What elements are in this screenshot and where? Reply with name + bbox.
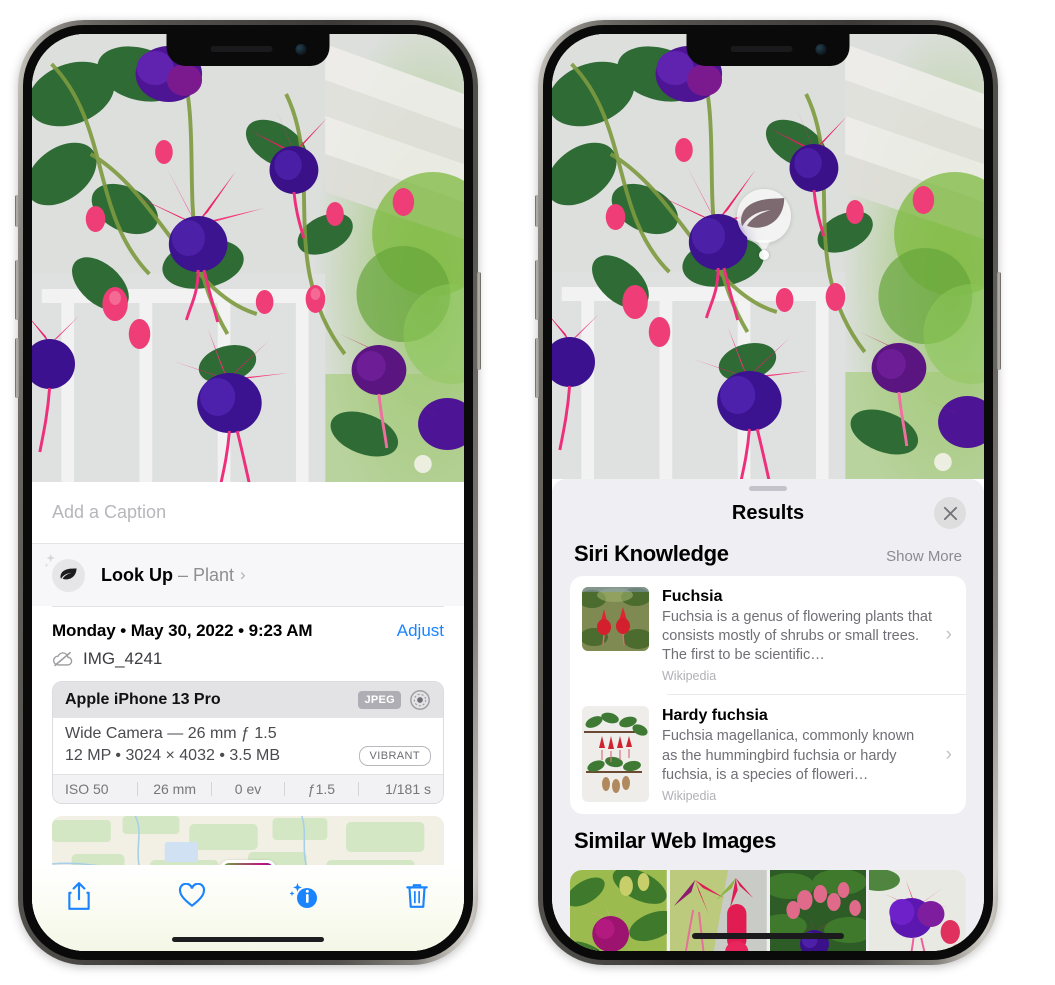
photo-date: Monday • May 30, 2022 • 9:23 AM [52, 621, 313, 640]
trash-icon[interactable] [400, 879, 434, 913]
exif-header: Apple iPhone 13 Pro JPEG [53, 682, 443, 718]
exif-body: Wide Camera — 26 mm ƒ 1.5 12 MP • 3024 ×… [53, 718, 443, 774]
look-up-row[interactable]: Look Up – Plant › [32, 544, 464, 606]
web-image-artwork [869, 869, 966, 951]
results-header: Results [552, 491, 984, 535]
knowledge-item-description: Fuchsia magellanica, commonly known as t… [662, 728, 915, 783]
knowledge-item-description: Fuchsia is a genus of flowering plants t… [662, 609, 933, 664]
camera-device: Apple iPhone 13 Pro [65, 691, 221, 708]
knowledge-item-text: Hardy fuchsia Fuchsia magellanica, commo… [662, 706, 954, 802]
section-title: Similar Web Images [574, 827, 777, 853]
fuchsia-web-image-4[interactable] [869, 869, 966, 951]
leaf-icon [60, 568, 76, 580]
web-image-artwork [570, 869, 667, 951]
photographic-style-badge: VIBRANT [358, 746, 431, 766]
earpiece-speaker [730, 46, 793, 52]
results-title: Results [731, 501, 805, 524]
results-sheet: Results Siri Knowledge Show More Fuchsia… [552, 479, 984, 951]
volume-down-button[interactable] [15, 338, 19, 398]
exif-card: Apple iPhone 13 Pro JPEG Wide Camera — 2… [52, 681, 444, 804]
siri-knowledge-header: Siri Knowledge Show More [552, 535, 984, 576]
caption-field-row[interactable]: Add a Caption [32, 482, 464, 544]
knowledge-item-title: Hardy fuchsia [662, 707, 768, 725]
iphone-left-photos-detail: Add a Caption Look Up – Plant › Monday •… [15, 20, 481, 965]
photo-fuchsia-left[interactable] [32, 34, 464, 482]
fuchsia-red-flowers-thumb [582, 587, 649, 651]
close-button[interactable] [934, 497, 966, 529]
format-badge: JPEG [358, 691, 401, 709]
exif-settings-row: ISO 50 26 mm 0 ev ƒ1.5 1/181 s [53, 774, 443, 803]
exif-exposure: 0 ev [234, 781, 262, 797]
power-button[interactable] [477, 272, 481, 370]
volume-down-button[interactable] [535, 338, 539, 398]
power-button[interactable] [997, 272, 1001, 370]
mute-switch[interactable] [15, 195, 19, 227]
knowledge-item-source: Wikipedia [662, 669, 717, 684]
knowledge-item-title: Fuchsia [662, 588, 723, 605]
front-camera [815, 44, 827, 55]
close-icon [943, 506, 957, 520]
exif-shutter: 1/181 s [385, 781, 432, 797]
thumb-artwork [582, 587, 649, 651]
leaf-badge-circle [52, 558, 85, 592]
home-indicator-left[interactable] [172, 937, 324, 942]
knowledge-item[interactable]: Hardy fuchsia Fuchsia magellanica, commo… [570, 695, 966, 813]
file-name: IMG_4241 [83, 649, 163, 668]
visual-lookup-badge[interactable] [737, 189, 791, 243]
phone-bezel-right: Results Siri Knowledge Show More Fuchsia… [543, 25, 993, 960]
adjust-button[interactable]: Adjust [397, 621, 444, 641]
size-info: 12 MP • 3024 × 4032 • 3.5 MB [65, 747, 281, 764]
notch-right [686, 34, 850, 66]
phone-bezel-left: Add a Caption Look Up – Plant › Monday •… [23, 25, 473, 960]
knowledge-item-text: Fuchsia Fuchsia is a genus of flowering … [662, 587, 954, 683]
earpiece-speaker [210, 46, 273, 52]
front-camera [295, 44, 307, 55]
size-info-row: 12 MP • 3024 × 4032 • 3.5 MB VIBRANT [65, 746, 431, 766]
heart-icon[interactable] [175, 879, 209, 913]
caption-input[interactable]: Add a Caption [52, 502, 166, 523]
photo-fuchsia-right[interactable] [552, 34, 984, 479]
section-title: Siri Knowledge [574, 541, 729, 566]
similar-web-images-header: Similar Web Images [552, 814, 984, 863]
screenshot-stage: Add a Caption Look Up – Plant › Monday •… [0, 0, 1055, 985]
chevron-right-icon: › [945, 624, 952, 646]
knowledge-item-source: Wikipedia [662, 788, 717, 803]
look-up-dash: – [173, 564, 194, 585]
info-sparkle-icon[interactable] [287, 879, 321, 913]
exif-aperture: ƒ1.5 [307, 781, 336, 797]
volume-up-button[interactable] [535, 260, 539, 320]
thumb-artwork [582, 706, 649, 803]
chevron-right-icon: › [240, 565, 246, 584]
date-row: Monday • May 30, 2022 • 9:23 AM Adjust [32, 607, 464, 645]
iphone-right-visual-lookup: Results Siri Knowledge Show More Fuchsia… [535, 20, 1001, 965]
aperture-icon [410, 690, 430, 710]
file-row: IMG_4241 [32, 645, 464, 681]
siri-knowledge-card: Fuchsia Fuchsia is a genus of flowering … [570, 576, 966, 814]
look-up-label: Look Up – Plant [101, 565, 234, 586]
show-more-button[interactable]: Show More [886, 548, 962, 565]
look-up-subject: Plant [193, 564, 235, 585]
leaf-icon [741, 198, 785, 228]
volume-up-button[interactable] [15, 260, 19, 320]
visual-lookup-anchor-dot [759, 250, 769, 260]
lens-info: Wide Camera — 26 mm ƒ 1.5 [65, 725, 277, 742]
screen-left: Add a Caption Look Up – Plant › Monday •… [32, 34, 464, 951]
mute-switch[interactable] [535, 195, 539, 227]
icloud-slash-icon [52, 651, 73, 667]
photo-artwork [32, 34, 464, 482]
exif-header-badges: JPEG [358, 689, 431, 711]
share-icon[interactable] [62, 879, 96, 913]
knowledge-item[interactable]: Fuchsia Fuchsia is a genus of flowering … [570, 576, 966, 694]
notch-left [166, 34, 330, 66]
exif-iso: ISO 50 [65, 781, 109, 797]
home-indicator-right[interactable] [692, 933, 844, 939]
photo-detail-sheet: Add a Caption Look Up – Plant › Monday •… [32, 482, 464, 951]
chevron-right-icon: › [945, 743, 952, 765]
hardy-fuchsia-branch-thumb [582, 706, 649, 803]
fuchsia-web-image-1[interactable] [570, 869, 667, 951]
screen-right: Results Siri Knowledge Show More Fuchsia… [552, 34, 984, 951]
look-up-title: Look Up [101, 564, 173, 585]
exif-focal: 26 mm [153, 781, 196, 797]
